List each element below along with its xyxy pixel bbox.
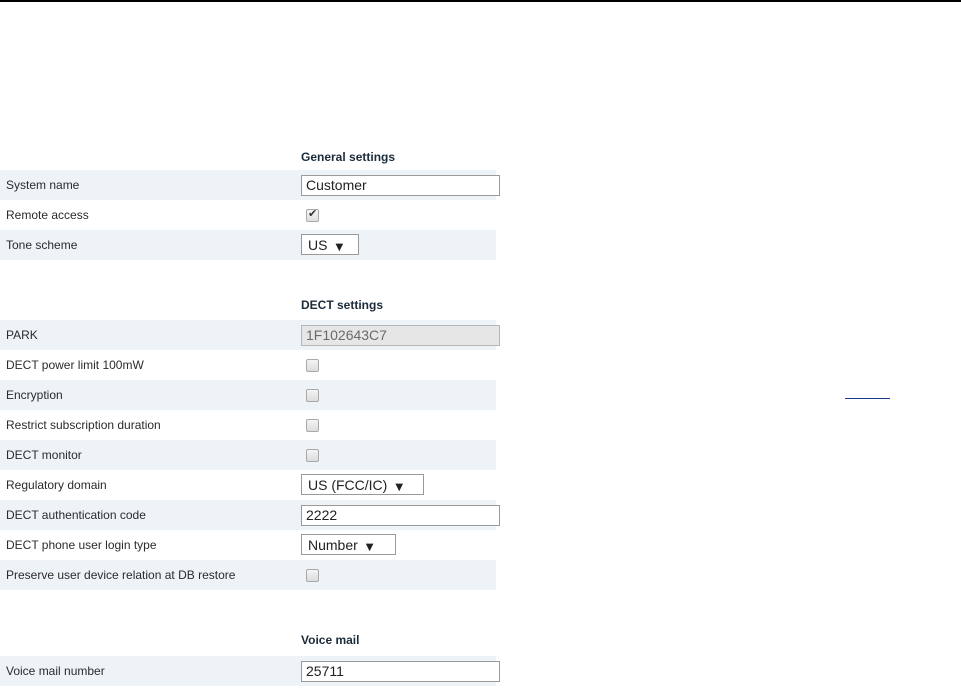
park-label: PARK: [6, 328, 38, 342]
regulatory-domain-value: US (FCC/IC): [308, 477, 388, 493]
section-title-voicemail: Voice mail: [301, 633, 360, 647]
remote-access-checkbox[interactable]: ✔: [306, 207, 319, 222]
preserve-relation-checkbox[interactable]: [306, 569, 319, 582]
voicemail-number-label: Voice mail number: [6, 664, 105, 678]
triangle-down-icon: ▼: [365, 542, 374, 553]
tone-scheme-value: US: [308, 237, 328, 253]
row-restrict-subscription: Restrict subscription duration: [0, 410, 496, 440]
power-limit-checkbox[interactable]: [306, 359, 319, 372]
row-preserve-relation: Preserve user device relation at DB rest…: [0, 560, 496, 590]
voicemail-number-input[interactable]: 25711: [301, 661, 500, 682]
dect-monitor-label: DECT monitor: [6, 448, 82, 462]
tone-scheme-label: Tone scheme: [6, 238, 78, 252]
login-type-select[interactable]: Number ▼: [301, 534, 396, 555]
row-power-limit: DECT power limit 100mW: [0, 350, 496, 380]
triangle-down-icon: ▼: [395, 482, 404, 493]
top-divider: [0, 0, 961, 2]
row-voicemail-number: Voice mail number 25711: [0, 656, 500, 686]
encryption-label: Encryption: [6, 388, 63, 402]
checkmark-icon: ✔: [308, 207, 318, 220]
row-dect-monitor: DECT monitor: [0, 440, 496, 470]
regulatory-domain-label: Regulatory domain: [6, 478, 107, 492]
section-title-general: General settings: [301, 150, 396, 164]
login-type-value: Number: [308, 537, 358, 553]
row-login-type: DECT phone user login type Number ▼: [0, 530, 496, 560]
link-underline[interactable]: [845, 398, 890, 399]
row-tone-scheme: Tone scheme US ▼: [0, 230, 496, 260]
dect-monitor-checkbox[interactable]: [306, 449, 319, 462]
row-park: PARK 1F102643C7: [0, 320, 500, 350]
system-name-label: System name: [6, 178, 80, 192]
system-name-input[interactable]: Customer: [301, 175, 500, 196]
encryption-checkbox[interactable]: [306, 389, 319, 402]
row-regulatory-domain: Regulatory domain US (FCC/IC) ▼: [0, 470, 496, 500]
regulatory-domain-select[interactable]: US (FCC/IC) ▼: [301, 474, 424, 495]
remote-access-label: Remote access: [6, 208, 89, 222]
triangle-down-icon: ▼: [335, 242, 344, 253]
section-title-dect: DECT settings: [301, 298, 384, 312]
restrict-subscription-checkbox[interactable]: [306, 419, 319, 432]
row-system-name: System name Customer: [0, 170, 500, 200]
auth-code-label: DECT authentication code: [6, 508, 146, 522]
preserve-relation-label: Preserve user device relation at DB rest…: [6, 568, 236, 582]
login-type-label: DECT phone user login type: [6, 538, 157, 552]
row-remote-access: Remote access ✔: [0, 200, 496, 230]
restrict-subscription-label: Restrict subscription duration: [6, 418, 161, 432]
park-input: 1F102643C7: [301, 325, 500, 346]
auth-code-input[interactable]: 2222: [301, 505, 500, 526]
power-limit-label: DECT power limit 100mW: [6, 358, 144, 372]
row-auth-code: DECT authentication code 2222: [0, 500, 500, 530]
row-encryption: Encryption: [0, 380, 496, 410]
tone-scheme-select[interactable]: US ▼: [301, 234, 359, 255]
